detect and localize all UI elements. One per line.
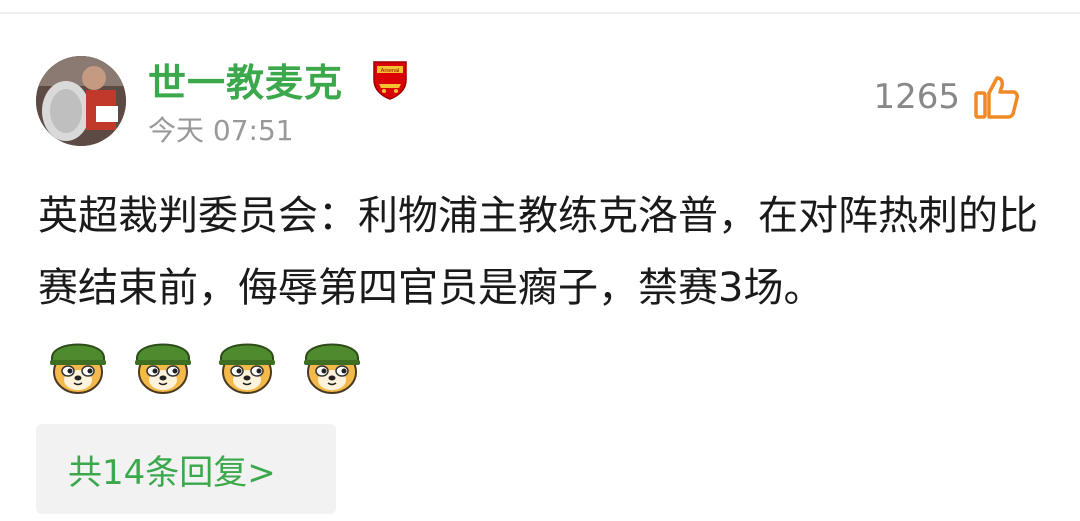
view-replies-button[interactable]: 共14条回复> [36,424,336,514]
helmet-dog-emoji [50,343,106,394]
emoji-row [38,326,364,398]
avatar[interactable] [36,56,126,146]
badge-text: Arsenal [381,68,400,74]
like-count: 1265 [873,77,960,117]
top-divider [0,12,1080,14]
username[interactable]: 世一教麦克 [148,58,343,108]
comment-text: 英超裁判委员会：利物浦主教练克洛普，在对阵热刺的比赛结束前，侮辱第四官员是瘸子，… [38,193,1038,311]
like-button[interactable]: 1265 [873,70,1020,124]
timestamp: 今天 07:51 [148,114,294,147]
helmet-dog-emoji [134,343,191,394]
helmet-dog-emoji [219,343,276,394]
arsenal-badge-icon: Arsenal [372,60,408,100]
thumbs-up-icon[interactable] [972,73,1020,121]
view-replies-label: 共14条回复> [68,452,276,493]
helmet-dog-emoji [304,343,361,394]
comment-text-block: 英超裁判委员会：利物浦主教练克洛普，在对阵热刺的比赛结束前，侮辱第四官员是瘸子，… [38,180,1054,398]
